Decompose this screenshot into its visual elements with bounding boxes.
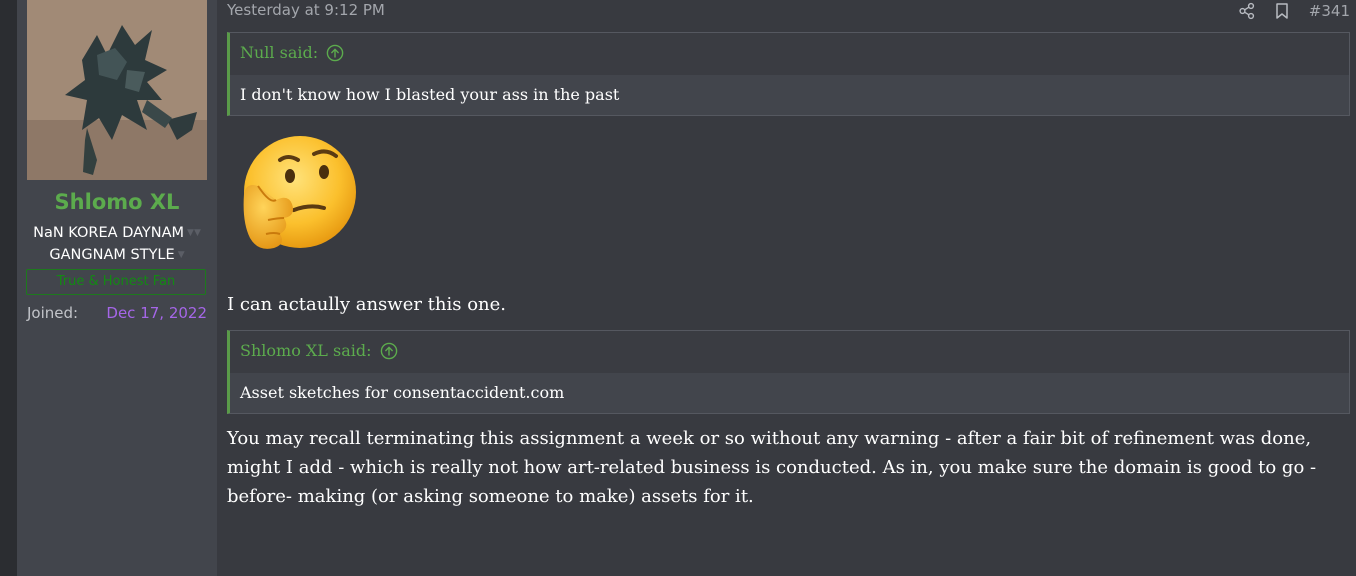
joined-date: Dec 17, 2022 xyxy=(106,304,207,322)
quote-author[interactable]: Null said: xyxy=(240,43,318,62)
arrow-up-circle-icon[interactable] xyxy=(380,342,398,360)
page-gutter xyxy=(0,0,17,576)
username[interactable]: Shlomo XL xyxy=(17,190,217,214)
joined-label: Joined: xyxy=(27,304,79,322)
avatar[interactable] xyxy=(27,0,207,180)
post-paragraph: You may recall terminating this assignme… xyxy=(227,428,1317,507)
share-icon[interactable] xyxy=(1238,2,1256,20)
bookmark-icon[interactable] xyxy=(1273,2,1291,20)
post-paragraph: I can actaully answer this one. xyxy=(227,294,507,315)
post-timestamp[interactable]: Yesterday at 9:12 PM xyxy=(227,1,385,19)
user-title-line1: NaN KOREA DAYNAM xyxy=(33,225,185,241)
user-title: NaN KOREA DAYNAM ▼▼ GANGNAM STYLE ▼ xyxy=(17,222,217,266)
forum-post-page: Shlomo XL NaN KOREA DAYNAM ▼▼ GANGNAM STY… xyxy=(0,0,1356,576)
quote-header[interactable]: Shlomo XL said: xyxy=(240,341,398,360)
quote-author[interactable]: Shlomo XL said: xyxy=(240,341,372,360)
triangle-icon: ▼ xyxy=(177,250,185,260)
quote-text: Asset sketches for consentaccident.com xyxy=(230,373,1349,413)
post-actions: #341 xyxy=(1221,1,1350,21)
arrow-up-circle-icon[interactable] xyxy=(326,44,344,62)
triangle-icon: ▼▼ xyxy=(187,228,201,238)
user-title-line2: GANGNAM STYLE xyxy=(49,247,175,263)
user-info-panel: Shlomo XL NaN KOREA DAYNAM ▼▼ GANGNAM STY… xyxy=(17,0,217,576)
quote-block: Shlomo XL said: Asset sketches for conse… xyxy=(227,330,1350,414)
post-content: Yesterday at 9:12 PM #341 Null said: I d… xyxy=(227,0,1350,576)
avatar-image xyxy=(27,0,207,180)
quote-header[interactable]: Null said: xyxy=(240,43,344,62)
post-number-link[interactable]: #341 xyxy=(1309,2,1350,20)
thinking-face-emoji xyxy=(236,134,358,256)
user-banner: True & Honest Fan xyxy=(26,269,206,295)
quote-text: I don't know how I blasted your ass in t… xyxy=(230,75,1349,115)
quote-block: Null said: I don't know how I blasted yo… xyxy=(227,32,1350,116)
